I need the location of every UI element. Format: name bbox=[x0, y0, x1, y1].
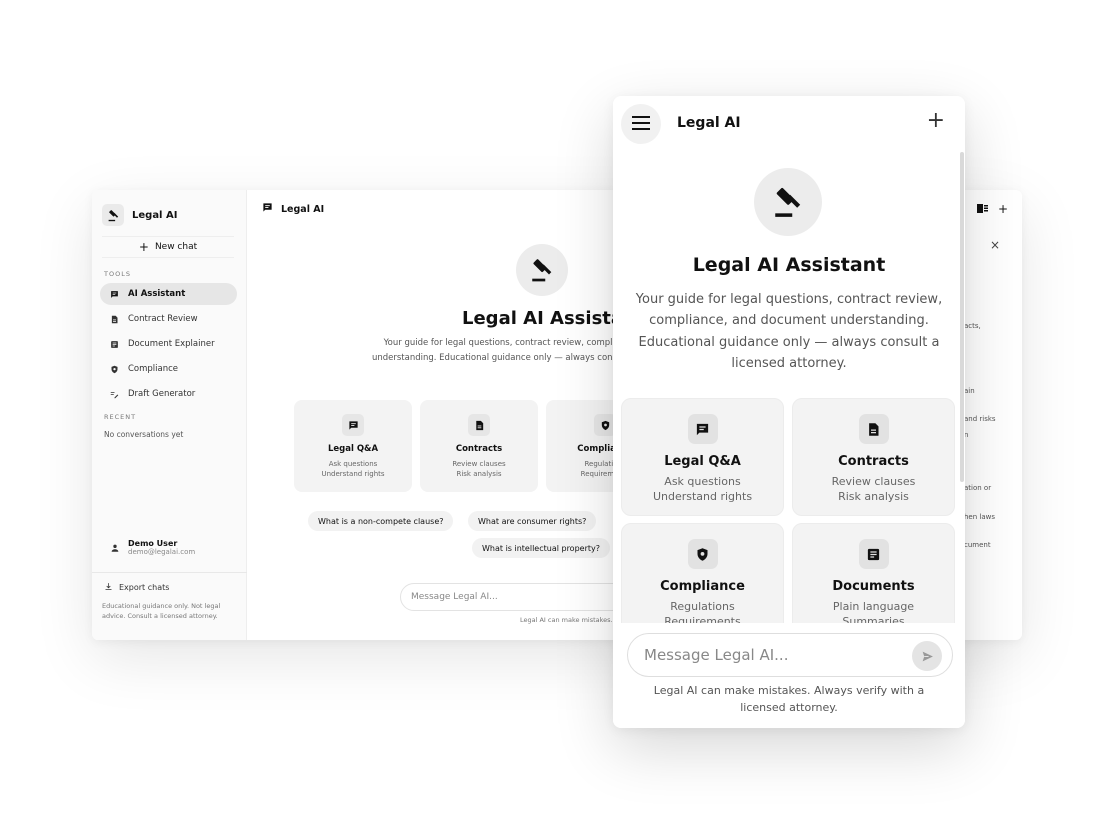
article-icon bbox=[110, 340, 119, 349]
mobile-header-title: Legal AI bbox=[677, 115, 741, 131]
side-panel-text: ation or bbox=[964, 484, 992, 492]
new-chat-label: New chat bbox=[154, 242, 198, 252]
gavel-icon bbox=[754, 168, 822, 236]
sidebar-item-label: Document Explainer bbox=[128, 339, 215, 349]
card-line: Review clauses bbox=[452, 460, 506, 468]
recent-empty-text: No conversations yet bbox=[104, 430, 184, 439]
new-chat-button[interactable]: + New chat bbox=[102, 236, 234, 258]
suggestion-chip[interactable]: What is a non-compete clause? bbox=[308, 511, 454, 531]
user-name: Demo User bbox=[128, 539, 178, 548]
document-icon bbox=[110, 315, 119, 324]
send-button[interactable] bbox=[912, 641, 942, 671]
gavel-icon bbox=[102, 204, 124, 226]
side-panel-text: and risks bbox=[964, 415, 996, 423]
gavel-icon bbox=[516, 244, 568, 296]
mobile-window: Legal AI + Legal AI Assistant Your guide… bbox=[613, 96, 965, 728]
input-placeholder: Message Legal AI... bbox=[644, 646, 789, 664]
mobile-heading: Legal AI Assistant bbox=[692, 254, 886, 276]
sidebar-item-compliance[interactable]: Compliance bbox=[100, 358, 237, 380]
desktop-new-button[interactable]: + bbox=[998, 202, 1008, 216]
chat-icon bbox=[687, 414, 718, 444]
mobile-message-input[interactable]: Message Legal AI... bbox=[627, 633, 953, 677]
desktop-card-legal-qa[interactable]: Legal Q&A Ask questions Understand rights bbox=[294, 400, 412, 492]
sidebar-item-label: Compliance bbox=[128, 364, 179, 374]
tools-heading: TOOLS bbox=[104, 270, 131, 278]
export-chats-label: Export chats bbox=[119, 583, 170, 592]
suggestion-chip[interactable]: What is intellectual property? bbox=[472, 538, 610, 558]
recent-heading: RECENT bbox=[104, 413, 137, 421]
card-line: Plain language bbox=[832, 600, 915, 613]
sidebar-brand[interactable]: Legal AI bbox=[102, 204, 177, 226]
card-subtitle: Ask questions Understand rights bbox=[622, 474, 783, 505]
menu-button[interactable] bbox=[621, 104, 661, 144]
mobile-card-contracts[interactable]: Contracts Review clauses Risk analysis bbox=[792, 398, 955, 516]
mobile-composer: Message Legal AI... Legal AI can make mi… bbox=[613, 623, 965, 728]
document-icon bbox=[858, 414, 889, 444]
download-icon bbox=[104, 582, 113, 593]
card-title: Legal Q&A bbox=[327, 444, 379, 454]
sidebar-divider bbox=[92, 572, 247, 573]
mobile-card-legal-qa[interactable]: Legal Q&A Ask questions Understand rights bbox=[621, 398, 784, 516]
user-profile[interactable]: Demo User demo@legalai.com bbox=[110, 538, 195, 557]
sidebar: Legal AI + New chat TOOLS AI Assistant C… bbox=[92, 190, 247, 640]
article-icon bbox=[858, 539, 889, 569]
sidebar-item-label: AI Assistant bbox=[128, 289, 186, 299]
card-line: Risk analysis bbox=[456, 470, 502, 479]
sidebar-item-label: Contract Review bbox=[128, 314, 198, 324]
chat-icon bbox=[262, 202, 273, 216]
card-title: Compliance bbox=[660, 579, 745, 594]
card-title: Legal Q&A bbox=[664, 454, 741, 469]
chat-icon bbox=[110, 290, 119, 299]
draft-icon bbox=[110, 390, 119, 399]
sidebar-item-draft-generator[interactable]: Draft Generator bbox=[100, 383, 237, 405]
user-icon bbox=[110, 538, 120, 557]
side-panel-text: cument bbox=[964, 541, 991, 549]
new-chat-plus-icon[interactable]: + bbox=[927, 110, 945, 132]
panel-toggle-icon[interactable] bbox=[976, 202, 988, 216]
card-line: Ask questions bbox=[664, 475, 741, 488]
sidebar-item-document-explainer[interactable]: Document Explainer bbox=[100, 333, 237, 355]
close-icon[interactable]: × bbox=[990, 238, 1000, 252]
sidebar-item-label: Draft Generator bbox=[128, 389, 196, 399]
card-line: Understand rights bbox=[321, 470, 385, 479]
hamburger-icon bbox=[632, 115, 650, 134]
card-title: Contracts bbox=[838, 454, 909, 469]
mobile-disclaimer: Legal AI can make mistakes. Always verif… bbox=[653, 684, 925, 714]
sidebar-disclaimer: Educational guidance only. Not legal adv… bbox=[102, 602, 221, 620]
card-line: Understand rights bbox=[652, 490, 753, 504]
card-line: Regulations bbox=[670, 600, 735, 613]
scrollbar[interactable] bbox=[960, 152, 964, 482]
desktop-card-contracts[interactable]: Contracts Review clauses Risk analysis bbox=[420, 400, 538, 492]
export-chats-button[interactable]: Export chats bbox=[104, 582, 169, 593]
user-email: demo@legalai.com bbox=[128, 548, 196, 556]
card-title: Contracts bbox=[455, 444, 503, 454]
stage: Legal AI + New chat TOOLS AI Assistant C… bbox=[0, 0, 1100, 825]
desktop-header-title: Legal AI bbox=[281, 203, 325, 215]
shield-icon bbox=[687, 539, 718, 569]
sidebar-brand-label: Legal AI bbox=[132, 209, 178, 221]
send-icon bbox=[922, 651, 933, 661]
mobile-subtitle: Your guide for legal questions, contract… bbox=[635, 292, 943, 372]
document-icon bbox=[468, 414, 490, 436]
shield-icon bbox=[110, 365, 119, 374]
sidebar-item-contract-review[interactable]: Contract Review bbox=[100, 308, 237, 330]
card-title: Documents bbox=[832, 579, 915, 594]
card-subtitle: Review clauses Risk analysis bbox=[420, 459, 538, 479]
card-line: Review clauses bbox=[831, 475, 916, 488]
side-panel-text: acts, bbox=[964, 322, 981, 330]
suggestion-chip[interactable]: What are consumer rights? bbox=[468, 511, 597, 531]
card-subtitle: Ask questions Understand rights bbox=[294, 459, 412, 479]
desktop-header-actions: + bbox=[976, 202, 1008, 216]
card-line: Risk analysis bbox=[838, 490, 909, 504]
side-panel-text: ain bbox=[964, 387, 975, 395]
card-subtitle: Review clauses Risk analysis bbox=[793, 474, 954, 505]
plus-icon: + bbox=[138, 240, 149, 254]
desktop-header: Legal AI bbox=[262, 202, 324, 216]
card-line: Ask questions bbox=[328, 460, 378, 468]
sidebar-item-ai-assistant[interactable]: AI Assistant bbox=[100, 283, 237, 305]
user-text: Demo User demo@legalai.com bbox=[128, 539, 195, 556]
chat-icon bbox=[342, 414, 364, 436]
side-panel-text: hen laws bbox=[964, 513, 996, 521]
